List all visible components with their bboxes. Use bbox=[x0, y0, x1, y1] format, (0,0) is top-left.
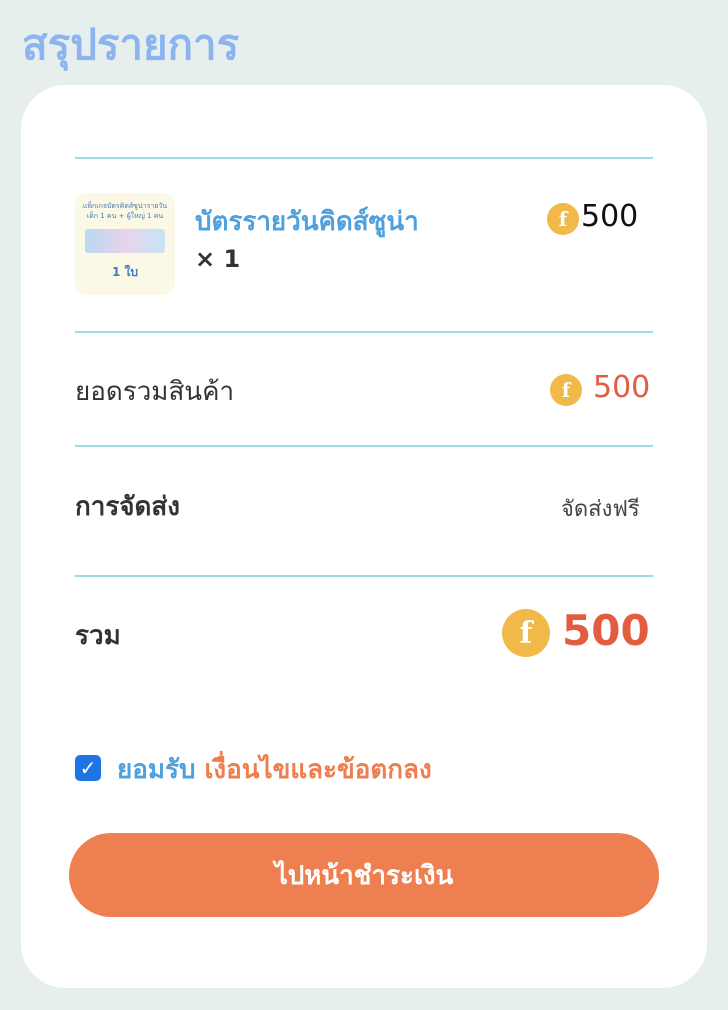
terms-prefix: ยอมรับ bbox=[117, 755, 196, 785]
order-summary-card: แพ็กเกจบัตรคิดส์ซูน่ารายวัน เด็ก 1 คน + … bbox=[21, 85, 707, 988]
page-title: สรุปรายการ bbox=[22, 20, 240, 69]
thumbnail-title: แพ็กเกจบัตรคิดส์ซูน่ารายวัน เด็ก 1 คน + … bbox=[82, 202, 168, 220]
product-thumbnail[interactable]: แพ็กเกจบัตรคิดส์ซูน่ารายวัน เด็ก 1 คน + … bbox=[75, 193, 175, 295]
shipping-value: จัดส่งฟรี bbox=[561, 497, 640, 522]
divider bbox=[75, 575, 653, 577]
coin-icon: f bbox=[550, 374, 582, 406]
coin-icon: f bbox=[502, 609, 550, 657]
coin-icon: f bbox=[547, 203, 579, 235]
divider bbox=[75, 157, 653, 159]
divider bbox=[75, 445, 653, 447]
terms-text: ยอมรับ เงื่อนไขและข้อตกลง bbox=[117, 749, 432, 790]
total-value: 500 bbox=[562, 606, 650, 655]
divider bbox=[75, 331, 653, 333]
shipping-label: การจัดส่ง bbox=[75, 492, 180, 522]
product-name[interactable]: บัตรรายวันคิดส์ซูน่า bbox=[195, 201, 419, 242]
checkout-button[interactable]: ไปหน้าชำระเงิน bbox=[69, 833, 659, 917]
terms-link[interactable]: เงื่อนไขและข้อตกลง bbox=[205, 755, 432, 785]
total-label: รวม bbox=[75, 621, 121, 651]
subtotal-value: 500 bbox=[593, 370, 651, 405]
check-icon: ✓ bbox=[79, 756, 97, 780]
thumbnail-art bbox=[85, 229, 165, 253]
product-quantity: × 1 bbox=[195, 245, 241, 273]
product-price: 500 bbox=[581, 199, 639, 234]
subtotal-label: ยอดรวมสินค้า bbox=[75, 377, 235, 407]
terms-checkbox[interactable]: ✓ bbox=[75, 755, 101, 781]
thumbnail-count: 1 ใบ bbox=[111, 265, 138, 279]
